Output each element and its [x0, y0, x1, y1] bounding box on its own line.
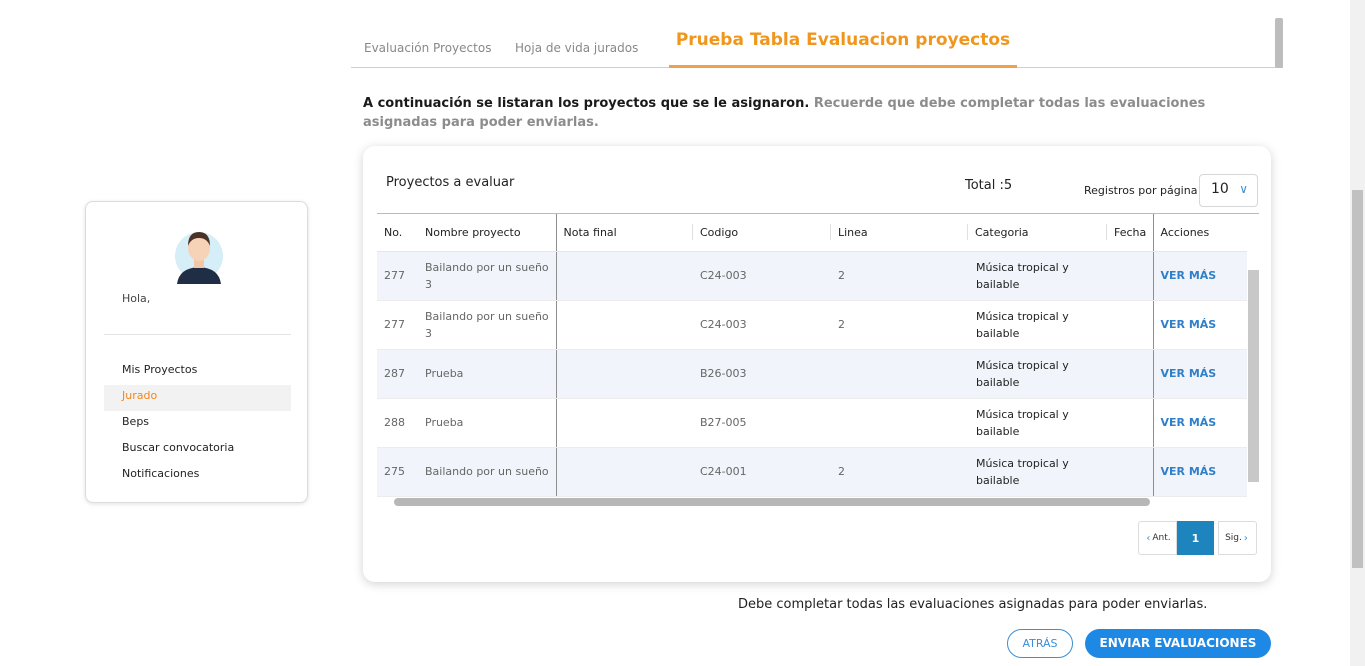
- col-header-no[interactable]: No.: [377, 214, 418, 252]
- col-header-codigo[interactable]: Codigo: [693, 214, 831, 252]
- table-horizontal-scrollbar[interactable]: [394, 498, 1150, 506]
- cell-no: 277: [377, 251, 418, 301]
- cell-nota: [556, 251, 693, 301]
- cell-codigo: B27-005: [693, 398, 831, 448]
- cell-linea: 2: [831, 300, 968, 350]
- col-header-linea[interactable]: Linea: [831, 214, 968, 252]
- table-row: 288 Prueba B27-005 Música tropical y bai…: [377, 398, 1247, 448]
- cell-nota: [556, 349, 693, 399]
- cell-nombre: Prueba: [418, 398, 557, 448]
- cell-linea: 2: [831, 251, 968, 301]
- next-page-button[interactable]: Sig. ›: [1218, 521, 1257, 555]
- cell-categoria: Música tropical y bailable: [968, 349, 1107, 399]
- cell-nota: [556, 398, 693, 448]
- cell-fecha: [1107, 447, 1154, 497]
- page-1-button[interactable]: 1: [1177, 521, 1214, 555]
- prev-label: Ant.: [1152, 533, 1171, 543]
- cell-categoria: Música tropical y bailable: [968, 398, 1107, 448]
- greeting-text: Hola,: [122, 292, 151, 305]
- user-avatar-icon: [175, 232, 223, 284]
- cell-fecha: [1107, 251, 1154, 301]
- tab-scrollbar[interactable]: [1275, 18, 1283, 68]
- cell-no: 277: [377, 300, 418, 350]
- total-count: Total :5: [965, 178, 1013, 193]
- ver-mas-link[interactable]: VER MÁS: [1153, 447, 1247, 497]
- per-page-label: Registros por página: [1084, 184, 1198, 197]
- back-button[interactable]: ATRÁS: [1007, 629, 1073, 658]
- sidebar-item-notificaciones[interactable]: Notificaciones: [104, 463, 291, 489]
- cell-fecha: [1107, 398, 1154, 448]
- ver-mas-link[interactable]: VER MÁS: [1153, 251, 1247, 301]
- cell-nombre: Bailando por un sueño: [418, 447, 557, 497]
- sidebar-item-mis-proyectos[interactable]: Mis Proyectos: [104, 359, 291, 385]
- page-scrollbar-thumb[interactable]: [1352, 190, 1363, 568]
- card-title: Proyectos a evaluar: [386, 175, 515, 190]
- cell-codigo: C24-001: [693, 447, 831, 497]
- cell-codigo: B26-003: [693, 349, 831, 399]
- cell-no: 287: [377, 349, 418, 399]
- tab-evaluacion-proyectos[interactable]: Evaluación Proyectos: [364, 41, 491, 55]
- table-row: 277 Bailando por un sueño 3 C24-003 2 Mú…: [377, 251, 1247, 301]
- profile-card: Hola, Mis Proyectos Jurado Beps Buscar c…: [85, 201, 308, 503]
- cell-nota: [556, 300, 693, 350]
- cell-linea: [831, 349, 968, 399]
- cell-categoria: Música tropical y bailable: [968, 251, 1107, 301]
- col-header-nota[interactable]: Nota final: [556, 214, 693, 252]
- tab-prueba-tabla-evaluacion[interactable]: Prueba Tabla Evaluacion proyectos: [669, 30, 1017, 68]
- intro-strong: A continuación se listaran los proyectos…: [363, 96, 810, 111]
- cell-codigo: C24-003: [693, 251, 831, 301]
- cell-fecha: [1107, 349, 1154, 399]
- projects-table: No. Nombre proyecto Nota final Codigo Li…: [377, 213, 1259, 497]
- col-header-nombre[interactable]: Nombre proyecto: [418, 214, 557, 252]
- ver-mas-link[interactable]: VER MÁS: [1153, 349, 1247, 399]
- tab-bar: Evaluación Proyectos Hoja de vida jurado…: [351, 22, 1283, 68]
- cell-linea: 2: [831, 447, 968, 497]
- projects-table-card: Proyectos a evaluar Total :5 Registros p…: [363, 146, 1271, 582]
- prev-page-button[interactable]: ‹ Ant.: [1138, 521, 1177, 555]
- sidebar-item-beps[interactable]: Beps: [104, 411, 291, 437]
- table-vertical-scrollbar[interactable]: [1248, 270, 1259, 482]
- col-header-categoria[interactable]: Categoria: [968, 214, 1107, 252]
- footer-note: Debe completar todas las evaluaciones as…: [738, 597, 1208, 612]
- table-row: 287 Prueba B26-003 Música tropical y bai…: [377, 349, 1247, 399]
- chevron-down-icon: ∨: [1239, 182, 1248, 196]
- intro-text: A continuación se listaran los proyectos…: [363, 94, 1273, 132]
- cell-codigo: C24-003: [693, 300, 831, 350]
- per-page-value: 10: [1211, 181, 1229, 197]
- page-scrollbar[interactable]: [1350, 0, 1365, 666]
- cell-fecha: [1107, 300, 1154, 350]
- chevron-right-icon: ›: [1243, 532, 1248, 544]
- table-header-row: No. Nombre proyecto Nota final Codigo Li…: [377, 214, 1247, 252]
- cell-categoria: Música tropical y bailable: [968, 447, 1107, 497]
- per-page-select[interactable]: 10 ∨: [1199, 174, 1258, 207]
- sidebar-item-buscar-convocatoria[interactable]: Buscar convocatoria: [104, 437, 291, 463]
- table-row: 275 Bailando por un sueño C24-001 2 Músi…: [377, 447, 1247, 497]
- cell-categoria: Música tropical y bailable: [968, 300, 1107, 350]
- divider: [104, 334, 291, 335]
- col-header-fecha[interactable]: Fecha: [1107, 214, 1154, 252]
- sidebar-menu: Mis Proyectos Jurado Beps Buscar convoca…: [104, 359, 291, 489]
- cell-nombre: Prueba: [418, 349, 557, 399]
- cell-nota: [556, 447, 693, 497]
- cell-nombre: Bailando por un sueño 3: [418, 251, 557, 301]
- page: Hola, Mis Proyectos Jurado Beps Buscar c…: [0, 0, 1365, 666]
- cell-linea: [831, 398, 968, 448]
- table-row: 277 Bailando por un sueño 3 C24-003 2 Mú…: [377, 300, 1247, 350]
- ver-mas-link[interactable]: VER MÁS: [1153, 300, 1247, 350]
- next-label: Sig.: [1225, 533, 1242, 543]
- pagination: ‹ Ant. 1 Sig. ›: [1138, 521, 1257, 555]
- chevron-left-icon: ‹: [1146, 532, 1151, 544]
- tab-hoja-de-vida-jurados[interactable]: Hoja de vida jurados: [515, 41, 638, 55]
- cell-nombre: Bailando por un sueño 3: [418, 300, 557, 350]
- cell-no: 275: [377, 447, 418, 497]
- col-header-acciones[interactable]: Acciones: [1153, 214, 1247, 252]
- send-evaluations-button[interactable]: ENVIAR EVALUACIONES: [1085, 629, 1271, 658]
- cell-no: 288: [377, 398, 418, 448]
- sidebar-item-jurado[interactable]: Jurado: [104, 385, 291, 411]
- ver-mas-link[interactable]: VER MÁS: [1153, 398, 1247, 448]
